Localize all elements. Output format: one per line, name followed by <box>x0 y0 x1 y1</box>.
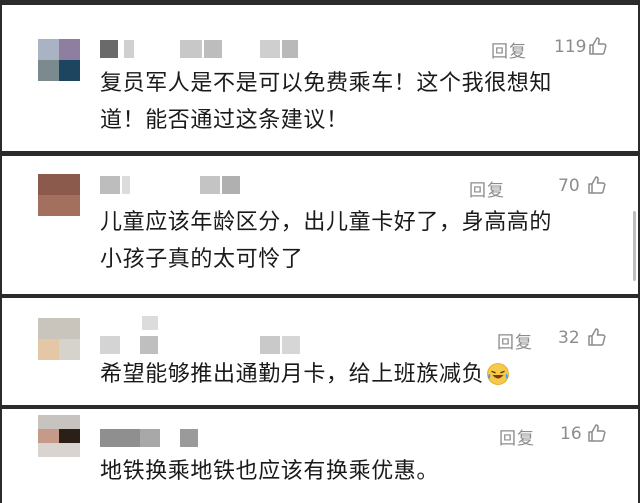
avatar[interactable] <box>38 415 80 457</box>
scrollbar[interactable] <box>633 211 636 281</box>
laughing-crying-emoji <box>487 363 510 385</box>
comment-card: 回复 16 地铁换乘地铁也应该有换乘优惠。 <box>2 409 638 503</box>
reply-button[interactable]: 回复 <box>497 328 533 353</box>
username-blurred[interactable] <box>100 429 200 447</box>
like-count: 119 <box>554 37 587 57</box>
thumbs-up-icon[interactable] <box>587 327 607 347</box>
comment-line: 道！能否通过这条建议！ <box>100 108 349 133</box>
avatar[interactable] <box>38 318 80 360</box>
username-blurred[interactable] <box>100 40 300 58</box>
username-blurred[interactable] <box>100 336 300 354</box>
username-blurred[interactable] <box>100 176 250 194</box>
reply-button[interactable]: 回复 <box>469 176 505 201</box>
comment-line: 复员军人是不是可以免费乘车！这个我很想知 <box>100 71 553 96</box>
comment-text: 复员军人是不是可以免费乘车！这个我很想知 道！能否通过这条建议！ <box>100 65 552 139</box>
comment-line: 地铁换乘地铁也应该有换乘优惠。 <box>100 459 440 484</box>
comment-line: 小孩子真的太可怜了 <box>100 247 304 272</box>
comment-card: 回复 32 希望能够推出通勤月卡，给上班族减负 <box>2 298 638 405</box>
comment-text: 儿童应该年龄区分，出儿童卡好了，身高高的 小孩子真的太可怜了 <box>100 204 552 278</box>
comment-card: 回复 70 儿童应该年龄区分，出儿童卡好了，身高高的 小孩子真的太可怜了 <box>2 156 638 294</box>
like-count: 70 <box>558 176 580 196</box>
comment-text: 希望能够推出通勤月卡，给上班族减负 <box>100 356 510 393</box>
thumbs-up-icon[interactable] <box>587 175 607 195</box>
reply-button[interactable]: 回复 <box>491 37 527 62</box>
comment-text: 地铁换乘地铁也应该有换乘优惠。 <box>100 453 439 490</box>
comment-line: 希望能够推出通勤月卡，给上班族减负 <box>100 362 485 387</box>
like-count: 16 <box>560 424 582 444</box>
reply-button[interactable]: 回复 <box>499 424 535 449</box>
thumbs-up-icon[interactable] <box>587 423 607 443</box>
thumbs-up-icon[interactable] <box>588 36 608 56</box>
comment-line: 儿童应该年龄区分，出儿童卡好了，身高高的 <box>100 210 553 235</box>
like-count: 32 <box>558 328 580 348</box>
avatar[interactable] <box>38 39 80 81</box>
avatar[interactable] <box>38 174 80 216</box>
username-blurred <box>142 316 158 330</box>
comment-card: 回复 119 复员军人是不是可以免费乘车！这个我很想知 道！能否通过这条建议！ <box>2 5 638 151</box>
